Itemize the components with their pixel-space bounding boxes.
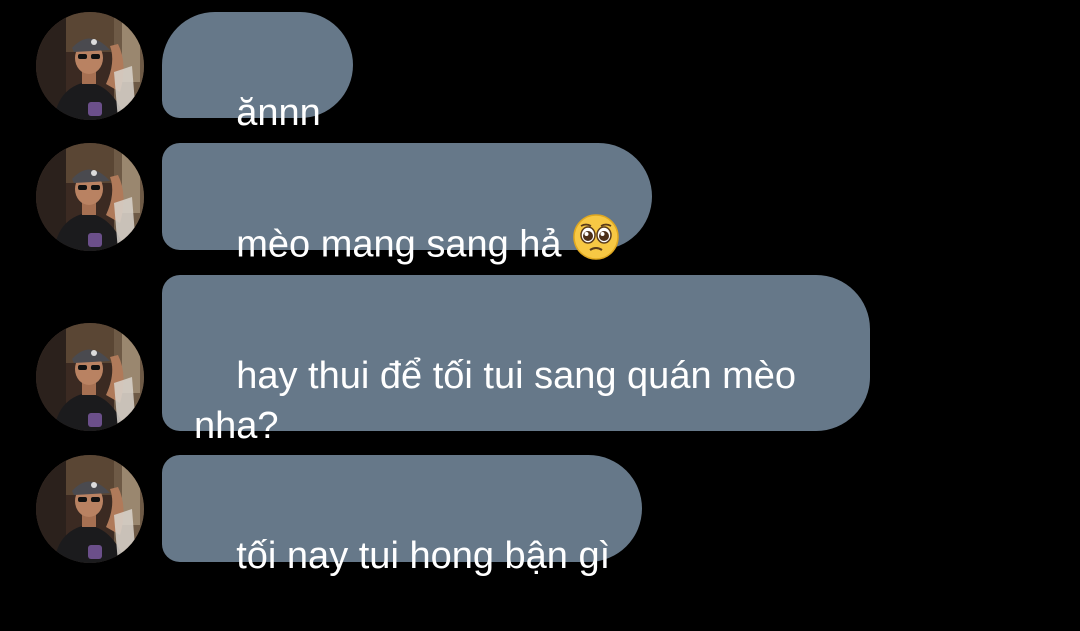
avatar[interactable]: [36, 143, 144, 251]
message-bubble[interactable]: hay thui để tối tui sang quán mèo nha?: [162, 275, 870, 447]
message-text: ănnn: [236, 92, 321, 134]
message-bubble[interactable]: mèo mang sang hả: [162, 143, 652, 266]
avatar[interactable]: [36, 12, 144, 120]
avatar[interactable]: [36, 323, 144, 431]
avatar[interactable]: [36, 455, 144, 563]
pleading-face-icon: [572, 213, 620, 274]
message-text: tối nay tui hong bận gì: [236, 535, 611, 577]
message-bubble[interactable]: ănnn: [162, 12, 353, 134]
message-text: mèo mang sang hả: [236, 223, 562, 266]
message-bubble[interactable]: tối nay tui hong bận gì: [162, 455, 643, 577]
message-text: hay thui để tối tui sang quán mèo nha?: [194, 355, 807, 447]
